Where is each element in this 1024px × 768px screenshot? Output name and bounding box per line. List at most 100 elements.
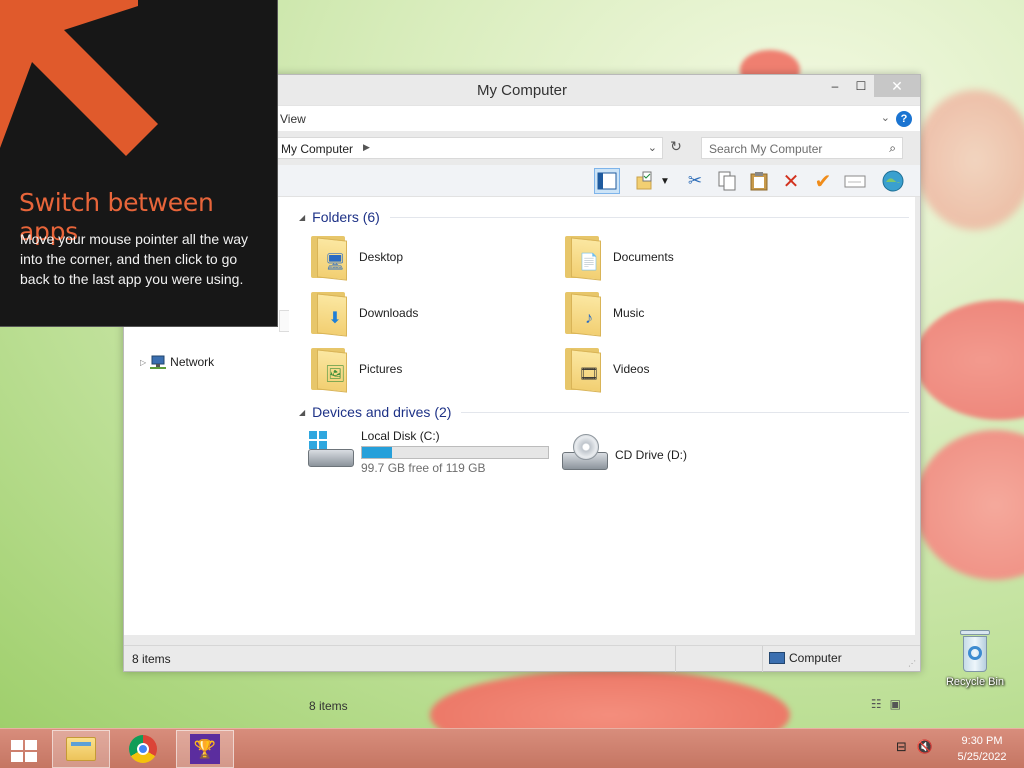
group-divider <box>461 411 909 413</box>
details-view-icon[interactable]: ☷ <box>871 697 882 711</box>
recycle-bin-label: Recycle Bin <box>945 676 1005 688</box>
search-input[interactable]: Search My Computer ⌕ <box>701 137 903 159</box>
recycle-bin-shortcut[interactable]: Recycle Bin <box>939 630 1011 688</box>
start-button[interactable] <box>8 737 38 762</box>
taskbar: 🏆 ⊟ 🔇 9:30 PM 5/25/2022 <box>0 728 1024 768</box>
delete-icon[interactable]: ✕ <box>778 168 804 194</box>
close-button[interactable]: ✕ <box>874 75 920 97</box>
pictures-folder-icon: 🖼 <box>309 345 349 393</box>
flower-petal <box>915 300 1024 420</box>
folder-tile-downloads[interactable]: ⬇ Downloads <box>309 287 539 339</box>
check-icon[interactable]: ✔ <box>810 168 836 194</box>
minimize-button[interactable]: ‒ <box>822 75 848 97</box>
menu-view[interactable]: View <box>280 112 306 126</box>
folder-tile-music[interactable]: ♪ Music <box>563 287 793 339</box>
folder-tile-documents[interactable]: 📄 Documents <box>563 231 793 283</box>
drive-tile-local-disk[interactable]: Local Disk (C:) 99.7 GB free of 119 GB <box>307 429 549 475</box>
local-disk-icon <box>307 431 355 473</box>
nav-network-label: Network <box>170 355 215 369</box>
clock-date: 5/25/2022 <box>957 751 1007 763</box>
documents-folder-icon: 📄 <box>563 233 603 281</box>
collapse-caret-icon[interactable]: ◢ <box>299 408 305 417</box>
cd-drive-icon <box>561 434 609 476</box>
drives-group-label: Devices and drives (2) <box>312 404 452 420</box>
collapse-caret-icon[interactable]: ◢ <box>299 213 305 222</box>
globe-icon[interactable] <box>880 168 906 194</box>
folders-group-label: Folders (6) <box>312 209 380 225</box>
breadcrumb-arrow-icon[interactable]: ▶ <box>363 142 370 153</box>
folder-label: Desktop <box>359 250 404 264</box>
system-tray: ⊟ 🔇 <box>896 739 933 755</box>
trophy-icon: 🏆 <box>190 734 220 764</box>
drive-free-space: 99.7 GB free of 119 GB <box>361 461 486 475</box>
folder-label: Documents <box>613 250 674 264</box>
large-icons-view-icon[interactable]: ▣ <box>890 697 901 711</box>
taskbar-trophy-app[interactable]: 🏆 <box>176 730 234 768</box>
drive-label: Local Disk (C:) <box>361 429 440 443</box>
folder-tile-pictures[interactable]: 🖼 Pictures <box>309 343 539 395</box>
copy-icon[interactable] <box>714 168 740 194</box>
volume-muted-icon[interactable]: 🔇 <box>917 739 933 755</box>
refresh-icon[interactable]: ↻ <box>666 138 686 158</box>
file-explorer-icon <box>66 737 96 761</box>
drive-usage-fill <box>362 447 393 458</box>
desktop-folder-icon: 🖥 <box>309 233 349 281</box>
downloads-folder-icon: ⬇ <box>309 289 349 337</box>
nav-pane-scroll-edge <box>279 310 289 332</box>
rename-icon[interactable] <box>842 168 868 194</box>
folders-group-header[interactable]: ◢ Folders (6) <box>299 209 909 225</box>
group-divider <box>389 216 909 218</box>
properties-dropdown-icon[interactable]: ▼ <box>658 168 672 194</box>
address-dropdown-icon[interactable]: ⌄ <box>648 141 657 154</box>
drives-group-header[interactable]: ◢ Devices and drives (2) <box>299 404 909 420</box>
computer-icon <box>769 652 785 664</box>
properties-folder-icon[interactable] <box>632 168 658 194</box>
folder-label: Downloads <box>359 306 419 320</box>
music-folder-icon: ♪ <box>563 289 603 337</box>
status-location: Computer <box>769 651 842 665</box>
drive-tile-cd-drive[interactable]: CD Drive (D:) <box>561 429 687 481</box>
tip-body: Move your mouse pointer all the way into… <box>20 231 248 287</box>
folder-label: Music <box>613 306 645 320</box>
paste-icon[interactable] <box>746 168 772 194</box>
network-icon <box>150 355 167 369</box>
flower-petal <box>915 430 1024 580</box>
status-divider <box>675 646 676 672</box>
item-count: 8 items <box>309 699 348 713</box>
nav-item-network[interactable]: ▷ Network <box>140 355 214 369</box>
clock-time: 9:30 PM <box>961 735 1003 747</box>
expand-caret-icon[interactable]: ▷ <box>140 358 146 367</box>
view-toggle: ☷ ▣ <box>871 697 901 711</box>
breadcrumb-my-computer[interactable]: My Computer <box>281 142 353 156</box>
ribbon-expand-chevron-icon[interactable]: ⌄ <box>881 111 890 124</box>
taskbar-file-explorer[interactable] <box>52 730 110 768</box>
recycle-bin-icon <box>960 630 990 672</box>
taskbar-chrome[interactable] <box>114 730 172 768</box>
status-divider <box>762 646 763 672</box>
window-controls: ‒ ☐ ✕ <box>822 75 920 97</box>
maximize-button[interactable]: ☐ <box>848 75 874 97</box>
videos-folder-icon: 🎞 <box>563 345 603 393</box>
status-bar: 8 items Computer ⋰ <box>124 645 920 672</box>
resize-grip-icon[interactable]: ⋰ <box>908 659 916 668</box>
drive-label: CD Drive (D:) <box>615 448 687 462</box>
folder-tile-videos[interactable]: 🎞 Videos <box>563 343 793 395</box>
switch-apps-tip: Switch between apps Move your mouse poin… <box>0 0 278 327</box>
cut-icon[interactable]: ✂ <box>682 168 708 194</box>
status-location-label: Computer <box>789 651 842 665</box>
flower-petal <box>430 670 790 728</box>
status-item-count: 8 items <box>132 652 171 666</box>
search-placeholder: Search My Computer <box>709 142 823 156</box>
content-pane: ◢ Folders (6) 🖥 Desktop 📄 Documents ⬇ Do… <box>289 197 915 713</box>
arrow-up-left-icon <box>0 0 158 156</box>
address-bar[interactable]: My Computer ▶ ⌄ <box>274 137 663 159</box>
folder-tile-desktop[interactable]: 🖥 Desktop <box>309 231 539 283</box>
search-icon[interactable]: ⌕ <box>889 141 896 156</box>
clock[interactable]: 9:30 PM 5/25/2022 <box>952 733 1012 765</box>
network-tray-icon[interactable]: ⊟ <box>896 739 907 755</box>
flower-petal <box>915 90 1024 230</box>
folder-label: Pictures <box>359 362 403 376</box>
preview-pane-icon[interactable] <box>594 168 620 194</box>
chrome-icon <box>129 735 157 763</box>
help-icon[interactable]: ? <box>896 111 912 127</box>
